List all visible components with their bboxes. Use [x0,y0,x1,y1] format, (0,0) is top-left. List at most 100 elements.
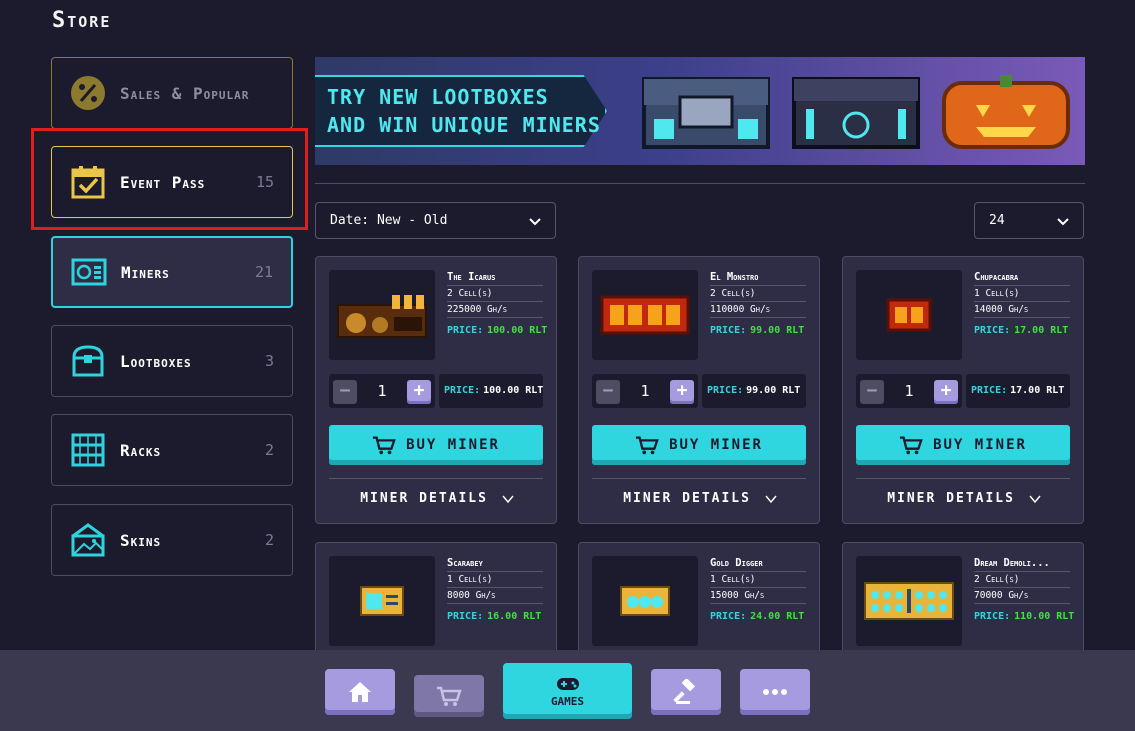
promo-banner[interactable]: TRY NEW LOOTBOXES AND WIN UNIQUE MINERS [315,57,1085,165]
sidebar-item-label: Skins [120,530,162,550]
miner-thumbnail[interactable] [856,270,962,360]
miner-price: PRICE: 100.00 RLT [447,325,547,336]
miner-cells: 2 Cell(s) [974,574,1070,588]
chevron-down-icon [529,217,541,225]
quantity-value[interactable]: 1 [369,382,395,400]
cart-icon [372,436,396,455]
price-value: 110.00 RLT [1014,611,1075,622]
buy-miner-label: BUY MINER [933,437,1027,453]
miner-details-toggle[interactable]: MINER DETAILS [316,491,558,506]
section-divider [315,183,1085,184]
price-value: 100.00 RLT [487,325,548,336]
miner-price: PRICE: 24.00 RLT [710,611,810,622]
price-label: PRICE: [710,611,747,622]
miner-power: 15000 Gh/s [710,590,806,604]
gavel-icon [673,679,696,704]
quantity-stepper: − 1 + [329,374,435,408]
cart-icon [635,436,659,455]
decrease-quantity-button[interactable]: − [860,380,884,404]
miner-card: Chupacabra 1 Cell(s) 14000 Gh/s PRICE: 17… [842,256,1084,524]
total-price-label: PRICE: [707,385,744,396]
per-page-select[interactable]: 24 [974,202,1084,239]
miner-name: The Icarus [447,271,543,286]
sidebar-item-racks[interactable]: Racks 2 [51,414,293,486]
buy-miner-button[interactable]: BUY MINER [329,425,543,465]
chevron-down-icon [765,495,777,503]
games-nav-label: GAMES [550,694,585,708]
skin-envelope-icon [71,523,105,557]
miner-thumbnail[interactable] [329,556,435,646]
quantity-value[interactable]: 1 [632,382,658,400]
bottom-navigation: GAMES [0,650,1135,731]
miner-price: PRICE: 110.00 RLT [974,611,1074,622]
miner-thumbnail[interactable] [592,270,698,360]
miner-details-label: MINER DETAILS [623,491,751,506]
lootbox-steel-image [642,77,770,149]
chevron-down-icon [1029,495,1041,503]
total-price-value: 17.00 RLT [1010,385,1065,396]
cart-icon [899,436,923,455]
miner-cells: 1 Cell(s) [447,574,543,588]
increase-quantity-button[interactable]: + [934,380,958,404]
sidebar-item-skins[interactable]: Skins 2 [51,504,293,576]
auction-button[interactable] [651,669,721,715]
lootbox-dark-image [792,77,920,149]
miner-chupacabra-image [886,298,932,332]
card-divider [856,478,1070,479]
home-button[interactable] [325,669,395,715]
sidebar-item-count: 2 [264,531,274,549]
home-icon [349,682,371,702]
price-label: PRICE: [447,325,484,336]
total-price: PRICE: 17.00 RLT [966,374,1070,408]
quantity-value[interactable]: 1 [896,382,922,400]
sidebar-item-count: 3 [264,352,274,370]
sidebar-item-count: 2 [264,441,274,459]
miner-cells: 1 Cell(s) [974,288,1070,302]
miner-name: Dream Demoli... [974,557,1070,572]
lootbox-pumpkin-image [942,75,1070,149]
sidebar-item-label: Racks [120,440,162,460]
price-label: PRICE: [710,325,747,336]
buy-miner-label: BUY MINER [406,437,500,453]
decrease-quantity-button[interactable]: − [333,380,357,404]
sidebar-item-label: Sales & Popular [120,83,250,103]
miner-icarus-image [337,295,427,338]
sort-select[interactable]: Date: New - Old [315,202,556,239]
quantity-stepper: − 1 + [592,374,698,408]
increase-quantity-button[interactable]: + [670,380,694,404]
miner-name: Gold Digger [710,557,806,572]
buy-miner-button[interactable]: BUY MINER [856,425,1070,465]
quantity-stepper: − 1 + [856,374,962,408]
miner-thumbnail[interactable] [856,556,962,646]
sidebar-item-sales-popular[interactable]: Sales & Popular [51,57,293,129]
buy-miner-button[interactable]: BUY MINER [592,425,806,465]
miner-details-toggle[interactable]: MINER DETAILS [579,491,821,506]
price-value: 17.00 RLT [1014,325,1069,336]
card-divider [329,478,543,479]
chevron-down-icon [502,495,514,503]
miner-power: 8000 Gh/s [447,590,543,604]
store-nav-button[interactable] [414,675,484,717]
chevron-down-icon [1057,217,1069,225]
selection-highlight [31,128,308,230]
total-price: PRICE: 100.00 RLT [439,374,543,408]
miner-thumbnail[interactable] [592,556,698,646]
miner-scarabey-image [360,586,404,616]
increase-quantity-button[interactable]: + [407,380,431,404]
miner-card: El Monstro 2 Cell(s) 110000 Gh/s PRICE: 9… [578,256,820,524]
miner-cells: 1 Cell(s) [710,574,806,588]
miner-device-icon [71,258,107,286]
games-nav-button[interactable]: GAMES [503,663,632,719]
more-button[interactable] [740,669,810,715]
sort-select-value: Date: New - Old [330,213,448,228]
sidebar-item-lootboxes[interactable]: Lootboxes 3 [51,325,293,397]
total-price-label: PRICE: [971,385,1008,396]
miner-dream-demolisher-image [864,582,954,620]
price-value: 16.00 RLT [487,611,542,622]
miner-details-toggle[interactable]: MINER DETAILS [843,491,1085,506]
sidebar-item-miners[interactable]: Miners 21 [51,236,293,308]
card-divider [592,478,806,479]
miner-thumbnail[interactable] [329,270,435,360]
decrease-quantity-button[interactable]: − [596,380,620,404]
price-label: PRICE: [447,611,484,622]
